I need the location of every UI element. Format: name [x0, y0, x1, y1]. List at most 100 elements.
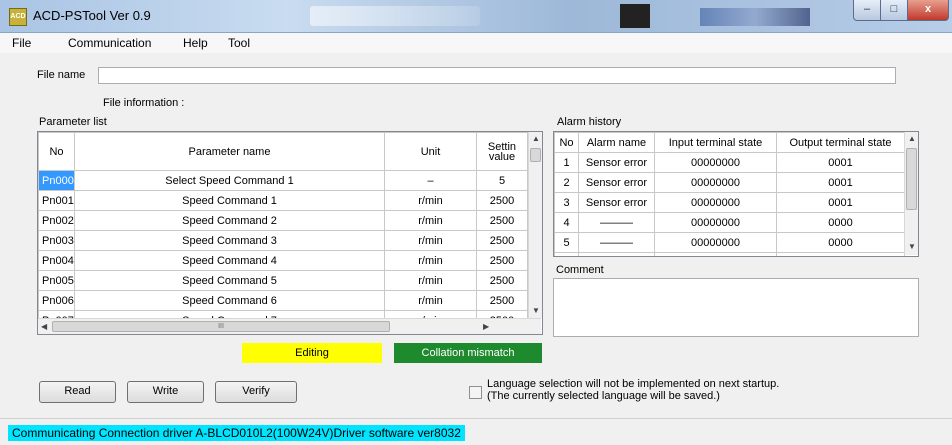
table-row[interactable]: 6 00000000 0000	[554, 252, 905, 256]
table-row[interactable]: Pn001 Speed Command 1 r/min 2500	[38, 190, 528, 211]
param-unit-cell[interactable]: r/min	[384, 210, 477, 231]
input-state-cell[interactable]: 00000000	[654, 172, 777, 193]
param-unit-cell[interactable]: r/min	[384, 250, 477, 271]
param-unit-cell[interactable]: r/min	[384, 190, 477, 211]
table-row[interactable]: 5 ——— 00000000 0000	[554, 232, 905, 253]
param-value-cell[interactable]: 2500	[476, 290, 528, 311]
alarm-name-cell[interactable]: Sensor error	[578, 172, 655, 193]
menu-communication[interactable]: Communication	[68, 36, 151, 50]
param-value-cell[interactable]: 2500	[476, 210, 528, 231]
alarm-name-cell[interactable]: Sensor error	[578, 152, 655, 173]
param-no-cell[interactable]: Pn003	[38, 230, 75, 251]
table-row[interactable]: 1 Sensor error 00000000 0001	[554, 152, 905, 173]
close-button[interactable]: x	[907, 0, 949, 21]
output-state-cell[interactable]: 0001	[776, 152, 905, 173]
input-state-cell[interactable]: 00000000	[654, 232, 777, 253]
alarm-vertical-scrollbar[interactable]: ▲ ▼	[904, 132, 918, 255]
column-header-unit[interactable]: Unit	[384, 132, 477, 171]
param-unit-cell[interactable]: r/min	[384, 230, 477, 251]
alarm-no-cell[interactable]: 1	[554, 152, 579, 173]
input-state-cell[interactable]: 00000000	[654, 212, 777, 233]
param-value-cell[interactable]: 2500	[476, 270, 528, 291]
table-row[interactable]: 4 ——— 00000000 0000	[554, 212, 905, 233]
table-row[interactable]: 2 Sensor error 00000000 0001	[554, 172, 905, 193]
column-header-alarm-name[interactable]: Alarm name	[578, 132, 655, 153]
output-state-cell[interactable]: 0001	[776, 192, 905, 213]
scroll-left-icon[interactable]: ◀	[41, 322, 47, 331]
output-state-cell[interactable]: 0001	[776, 172, 905, 193]
output-state-cell[interactable]: 0000	[776, 212, 905, 233]
param-name-cell[interactable]: Speed Command 3	[74, 230, 385, 251]
column-header-no[interactable]: No	[38, 132, 75, 171]
parameter-hscroll-thumb[interactable]: III	[52, 321, 390, 332]
param-unit-cell[interactable]: –	[384, 170, 477, 191]
scroll-down-icon[interactable]: ▼	[532, 306, 540, 315]
param-no-cell[interactable]: Pn000	[38, 170, 75, 191]
alarm-no-cell[interactable]: 6	[554, 252, 579, 256]
column-header-setting-value[interactable]: Settin value	[476, 132, 528, 171]
alarm-name-cell[interactable]: Sensor error	[578, 192, 655, 213]
table-row[interactable]: Pn000 Select Speed Command 1 – 5	[38, 170, 528, 191]
column-header-input-terminal-state[interactable]: Input terminal state	[654, 132, 777, 153]
alarm-name-cell[interactable]	[578, 252, 655, 256]
param-value-cell[interactable]: 2500	[476, 230, 528, 251]
table-row[interactable]: Pn004 Speed Command 4 r/min 2500	[38, 250, 528, 271]
parameter-grid: No Parameter name Unit Settin value Pn00…	[37, 131, 543, 335]
read-button[interactable]: Read	[39, 381, 116, 403]
parameter-vscroll-thumb[interactable]	[530, 148, 541, 162]
scroll-up-icon[interactable]: ▲	[532, 134, 540, 143]
parameter-horizontal-scrollbar[interactable]: ◀ III ▶	[38, 318, 541, 334]
comment-field[interactable]	[553, 278, 919, 337]
input-state-cell[interactable]: 00000000	[654, 192, 777, 213]
output-state-cell[interactable]: 0000	[776, 232, 905, 253]
table-row[interactable]: Pn003 Speed Command 3 r/min 2500	[38, 230, 528, 251]
param-no-cell[interactable]: Pn006	[38, 290, 75, 311]
param-name-cell[interactable]: Speed Command 2	[74, 210, 385, 231]
alarm-grid: No Alarm name Input terminal state Outpu…	[553, 131, 919, 257]
parameter-vertical-scrollbar[interactable]: ▲ ▼	[528, 132, 542, 318]
alarm-name-cell[interactable]: ———	[578, 232, 655, 253]
alarm-vscroll-thumb[interactable]	[906, 148, 917, 210]
file-name-field[interactable]	[98, 67, 896, 84]
column-header-parameter-name[interactable]: Parameter name	[74, 132, 385, 171]
param-name-cell[interactable]: Speed Command 4	[74, 250, 385, 271]
alarm-no-cell[interactable]: 3	[554, 192, 579, 213]
maximize-button[interactable]: □	[880, 0, 908, 21]
param-no-cell[interactable]: Pn001	[38, 190, 75, 211]
alarm-no-cell[interactable]: 4	[554, 212, 579, 233]
param-value-cell[interactable]: 5	[476, 170, 528, 191]
column-header-no[interactable]: No	[554, 132, 579, 153]
table-row[interactable]: Pn002 Speed Command 2 r/min 2500	[38, 210, 528, 231]
output-state-cell[interactable]: 0000	[776, 252, 905, 256]
alarm-no-cell[interactable]: 5	[554, 232, 579, 253]
param-name-cell[interactable]: Speed Command 1	[74, 190, 385, 211]
menu-tool[interactable]: Tool	[228, 36, 250, 50]
scroll-down-icon[interactable]: ▼	[908, 242, 916, 251]
menu-help[interactable]: Help	[183, 36, 208, 50]
param-unit-cell[interactable]: r/min	[384, 290, 477, 311]
param-no-cell[interactable]: Pn004	[38, 250, 75, 271]
write-button[interactable]: Write	[127, 381, 204, 403]
input-state-cell[interactable]: 00000000	[654, 152, 777, 173]
scroll-up-icon[interactable]: ▲	[908, 134, 916, 143]
param-unit-cell[interactable]: r/min	[384, 270, 477, 291]
table-row[interactable]: Pn005 Speed Command 5 r/min 2500	[38, 270, 528, 291]
param-value-cell[interactable]: 2500	[476, 250, 528, 271]
param-name-cell[interactable]: Speed Command 6	[74, 290, 385, 311]
alarm-no-cell[interactable]: 2	[554, 172, 579, 193]
verify-button[interactable]: Verify	[215, 381, 297, 403]
param-value-cell[interactable]: 2500	[476, 190, 528, 211]
minimize-button[interactable]: –	[853, 0, 881, 21]
table-row[interactable]: Pn006 Speed Command 6 r/min 2500	[38, 290, 528, 311]
menu-file[interactable]: File	[12, 36, 31, 50]
param-no-cell[interactable]: Pn005	[38, 270, 75, 291]
table-row[interactable]: 3 Sensor error 00000000 0001	[554, 192, 905, 213]
param-name-cell[interactable]: Select Speed Command 1	[74, 170, 385, 191]
scroll-right-icon[interactable]: ▶	[483, 322, 489, 331]
column-header-output-terminal-state[interactable]: Output terminal state	[776, 132, 905, 153]
alarm-name-cell[interactable]: ———	[578, 212, 655, 233]
language-save-checkbox[interactable]	[469, 386, 482, 399]
param-no-cell[interactable]: Pn002	[38, 210, 75, 231]
param-name-cell[interactable]: Speed Command 5	[74, 270, 385, 291]
input-state-cell[interactable]: 00000000	[654, 252, 777, 256]
